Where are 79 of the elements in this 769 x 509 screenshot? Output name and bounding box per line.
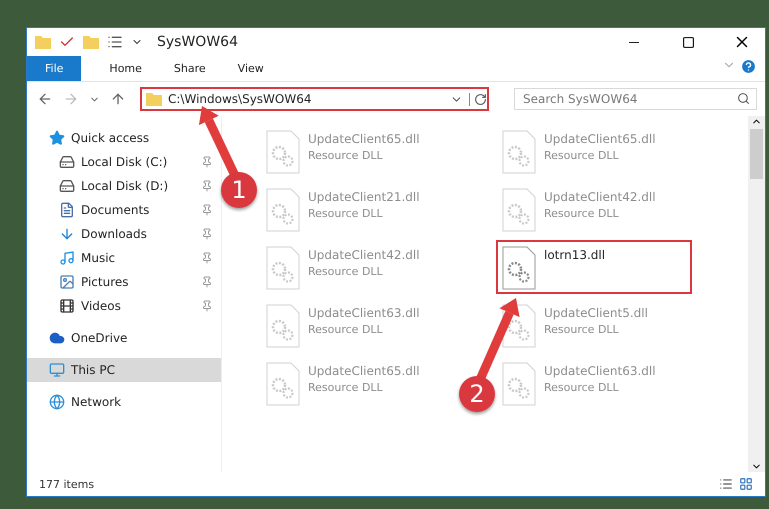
folder-icon bbox=[35, 35, 51, 49]
nav-item[interactable]: Downloads bbox=[27, 222, 221, 246]
details-view-icon[interactable] bbox=[719, 477, 733, 491]
network-icon bbox=[49, 394, 65, 410]
gear-file-icon bbox=[266, 130, 300, 174]
nav-item[interactable]: Network bbox=[27, 390, 221, 414]
pin-icon[interactable] bbox=[201, 276, 213, 288]
forward-arrow-icon bbox=[63, 91, 79, 107]
gear-file-icon bbox=[502, 362, 536, 406]
file-name: UpdateClient65.dll bbox=[544, 132, 656, 146]
pin-icon[interactable] bbox=[201, 300, 213, 312]
file-type: Resource DLL bbox=[308, 149, 384, 162]
gear-file-icon bbox=[266, 304, 300, 348]
ribbon-tab[interactable]: Share bbox=[160, 56, 220, 81]
nav-item[interactable]: OneDrive bbox=[27, 326, 221, 350]
nav-item[interactable]: Pictures bbox=[27, 270, 221, 294]
file-name: UpdateClient63.dll bbox=[544, 364, 656, 378]
refresh-icon[interactable] bbox=[469, 92, 487, 106]
file-type: Resource DLL bbox=[544, 381, 620, 394]
star-icon bbox=[49, 130, 65, 146]
folder-icon bbox=[83, 35, 99, 49]
file-item[interactable]: lotrn13.dll bbox=[496, 240, 692, 294]
pin-icon[interactable] bbox=[201, 228, 213, 240]
file-name: UpdateClient65.dll bbox=[308, 132, 420, 146]
file-type: Resource DLL bbox=[308, 265, 384, 278]
file-type: Resource DLL bbox=[308, 207, 384, 220]
nav-item[interactable]: Local Disk (C:) bbox=[27, 150, 221, 174]
search-field[interactable]: Search SysWOW64 bbox=[514, 88, 757, 110]
file-type: Resource DLL bbox=[308, 381, 384, 394]
file-name: UpdateClient65.dll bbox=[308, 364, 420, 378]
nav-item[interactable]: Music bbox=[27, 246, 221, 270]
properties-icon[interactable] bbox=[107, 34, 123, 50]
film-icon bbox=[59, 298, 75, 314]
search-icon bbox=[737, 92, 750, 105]
music-note-icon bbox=[59, 250, 75, 266]
picture-icon bbox=[59, 274, 75, 290]
file-type: Resource DLL bbox=[544, 207, 620, 220]
pin-icon[interactable] bbox=[201, 180, 213, 192]
nav-item[interactable]: This PC bbox=[27, 358, 221, 382]
document-icon bbox=[59, 202, 75, 218]
pin-icon[interactable] bbox=[201, 156, 213, 168]
address-bar[interactable]: C:\Windows\SysWOW64 bbox=[140, 87, 489, 111]
scrollbar[interactable] bbox=[748, 116, 765, 472]
nav-item[interactable]: Local Disk (D:) bbox=[27, 174, 221, 198]
file-name: UpdateClient42.dll bbox=[308, 248, 420, 262]
file-type: Resource DLL bbox=[544, 149, 620, 162]
maximize-icon bbox=[682, 36, 694, 48]
pin-icon[interactable] bbox=[201, 204, 213, 216]
file-name: UpdateClient5.dll bbox=[544, 306, 648, 320]
large-icons-view-icon[interactable] bbox=[739, 477, 753, 491]
nav-item[interactable]: Videos bbox=[27, 294, 221, 318]
help-icon bbox=[740, 58, 757, 75]
gear-file-icon bbox=[502, 246, 536, 290]
ribbon-tab[interactable]: File bbox=[27, 56, 82, 81]
scroll-thumb[interactable] bbox=[750, 129, 763, 179]
gear-file-icon bbox=[266, 246, 300, 290]
ribbon-tab[interactable]: Home bbox=[95, 56, 156, 81]
item-count: 177 items bbox=[39, 478, 94, 490]
ribbon-tab[interactable]: View bbox=[224, 56, 278, 81]
download-icon bbox=[59, 226, 75, 242]
drive-icon bbox=[59, 154, 75, 170]
file-name: UpdateClient42.dll bbox=[544, 190, 656, 204]
gear-file-icon bbox=[502, 130, 536, 174]
gear-file-icon bbox=[266, 188, 300, 232]
file-name: UpdateClient21.dll bbox=[308, 190, 420, 204]
file-type: Resource DLL bbox=[544, 323, 620, 336]
file-name: lotrn13.dll bbox=[544, 248, 606, 262]
pin-icon[interactable] bbox=[201, 252, 213, 264]
nav-item[interactable]: Documents bbox=[27, 198, 221, 222]
file-type: Resource DLL bbox=[308, 323, 384, 336]
folder-icon bbox=[146, 92, 162, 106]
monitor-icon bbox=[49, 362, 65, 378]
file-name: UpdateClient63.dll bbox=[308, 306, 420, 320]
drive-icon bbox=[59, 178, 75, 194]
nav-item[interactable]: Quick access bbox=[27, 126, 221, 150]
cloud-icon bbox=[49, 330, 65, 346]
gear-file-icon bbox=[266, 362, 300, 406]
gear-file-icon bbox=[502, 188, 536, 232]
window-title: SysWOW64 bbox=[157, 34, 238, 50]
